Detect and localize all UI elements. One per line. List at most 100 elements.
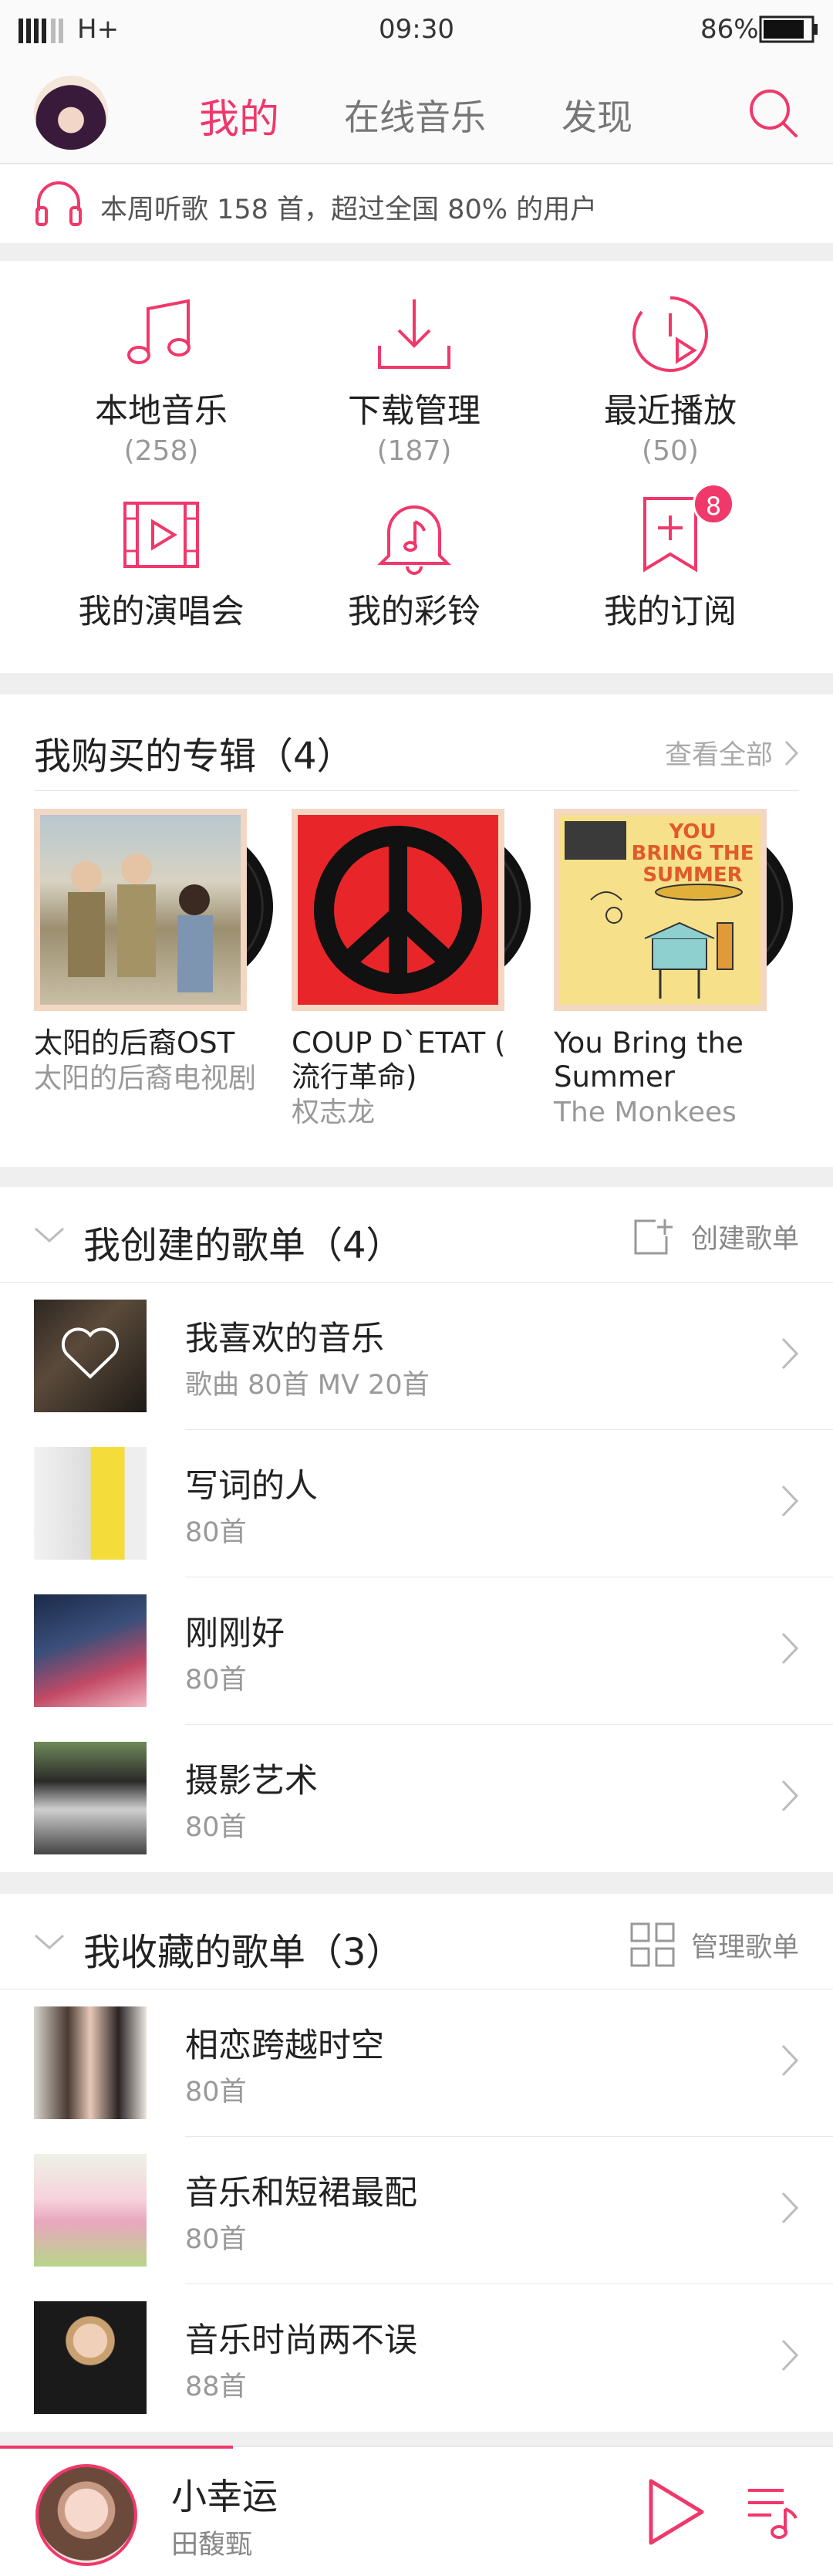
chevron-right-icon [781,1337,799,1370]
section-title: 我收藏的歌单（3） [83,1931,403,1974]
grid-item-ringtones[interactable]: 我的彩铃 [287,492,541,633]
chevron-right-icon [784,740,799,766]
album-cover: YOU BRING THE SUMMER [554,809,767,1011]
album-artist: The Monkees [554,1097,737,1128]
grid-label: 最近播放 [604,392,737,431]
add-playlist-icon [634,1219,673,1255]
album-cover [34,809,247,1011]
playlist-name: 摄影艺术 [185,1762,318,1800]
playlist-thumb [34,2154,147,2267]
purchased-albums-section: 我购买的专辑（4） 查看全部 太阳的后裔OST 太阳的后裔电视剧 COUP D`… [0,695,833,1167]
created-playlists-section: 我创建的歌单（4） 创建歌单 我喜欢的音乐 歌曲 80首 MV 20首 写词的人… [0,1187,833,1872]
playlist-row[interactable]: 刚刚好 80首 [0,1577,833,1725]
playlist-name: 音乐和短裙最配 [185,2174,417,2213]
playback-progress[interactable] [0,2446,234,2449]
album-cover [292,809,504,1011]
grid-count: (187) [376,435,452,467]
playlist-count: 80首 [185,1665,247,1695]
film-play-icon [123,502,199,568]
create-playlist-label: 创建歌单 [690,1223,799,1255]
playlist-row[interactable]: 我喜欢的音乐 歌曲 80首 MV 20首 [0,1283,833,1430]
grid-count: (258) [123,435,199,467]
tab-mine[interactable]: 我的 [199,86,279,144]
chevron-down-icon[interactable] [34,1932,65,1951]
create-playlist-button[interactable]: 创建歌单 [632,1215,799,1258]
playlist-count: 歌曲 80首 MV 20首 [185,1370,430,1401]
heart-icon [61,1327,120,1379]
playlist-count: 88首 [185,2371,247,2402]
playlist-name: 写词的人 [185,1467,318,1506]
avatar[interactable] [34,76,108,150]
now-playing-artist: 田馥甄 [171,2530,253,2561]
section-title: 我创建的歌单（4） [83,1224,403,1267]
playlist-name: 音乐时尚两不误 [185,2321,417,2360]
see-all-link[interactable]: 查看全部 [665,733,799,772]
playlist-name: 我喜欢的音乐 [185,1320,384,1358]
chevron-right-icon [781,1632,799,1665]
album-art [34,809,273,1011]
album-artist: 太阳的后裔电视剧 [34,1063,257,1094]
playlist-count: 80首 [185,1517,247,1548]
playlist-thumb [34,1447,147,1560]
playlist-name: 刚刚好 [185,1614,285,1653]
grid-label: 本地音乐 [95,392,228,431]
stats-text: 本周听歌 158 首，超过全国 80% 的用户 [100,194,598,225]
chevron-right-icon [781,2192,799,2224]
grid-label: 我的彩铃 [348,593,481,631]
playlist-count: 80首 [185,2077,247,2108]
search-icon[interactable] [745,85,801,140]
now-playing-cover[interactable] [35,2464,137,2566]
grid-icon [630,1922,675,1967]
grid-item-downloads[interactable]: 下载管理 (187) [287,292,541,467]
album-cover-figures [68,854,213,992]
headphones-icon [35,181,82,226]
playlist-row[interactable]: 摄影艺术 80首 [0,1725,833,1872]
playlist-thumb [34,1742,147,1854]
playlist-row[interactable]: 音乐和短裙最配 80首 [0,2137,833,2284]
album-card[interactable]: 太阳的后裔OST 太阳的后裔电视剧 [34,809,281,1096]
peace-symbol [314,826,482,994]
play-icon[interactable] [645,2476,707,2547]
now-playing-title: 小幸运 [171,2476,278,2517]
grid-item-recent[interactable]: 最近播放 (50) [543,292,798,467]
playlist-thumb [34,1594,147,1707]
playlist-thumb [34,1300,147,1412]
album-title: You Bring the Summer [554,1026,744,1094]
playlist-row[interactable]: 音乐时尚两不误 88首 [0,2284,833,2432]
chevron-right-icon [781,1485,799,1517]
chevron-down-icon[interactable] [34,1225,65,1244]
manage-playlist-button[interactable]: 管理歌单 [629,1922,799,1968]
grid-item-local-music[interactable]: 本地音乐 (258) [34,292,288,467]
listening-stats-banner: 本周听歌 158 首，超过全国 80% 的用户 [0,164,833,243]
playlist-thumb [34,2301,147,2414]
section-header: 我创建的歌单（4） 创建歌单 [0,1187,833,1283]
album-card[interactable]: YOU BRING THE SUMMER You Bring the Summe… [554,809,801,1130]
quick-access-grid: 本地音乐 (258) 下载管理 (187) 最近播放 (50) 我的演唱会 我的… [0,261,833,673]
playlist-row[interactable]: 相恋跨越时空 80首 [0,1989,833,2137]
music-note-icon [127,299,191,364]
divider [34,790,799,791]
album-art [292,809,531,1011]
playlist-row[interactable]: 写词的人 80首 [0,1430,833,1577]
collected-playlists-section: 我收藏的歌单（3） 管理歌单 相恋跨越时空 80首 音乐和短裙最配 80首 音乐… [0,1894,833,2432]
section-title: 我购买的专辑（4） [34,735,354,778]
see-all-label: 查看全部 [664,740,773,771]
top-nav: 我的 在线音乐 发现 [0,62,833,164]
download-icon [378,299,450,369]
tab-discover[interactable]: 发现 [562,90,632,140]
bell-music-icon [377,505,451,575]
chevron-right-icon [781,1780,799,1812]
chevron-right-icon [781,2044,799,2077]
playlist-queue-icon[interactable] [745,2483,799,2541]
playlist-count: 80首 [185,1812,247,1843]
grid-label: 我的订阅 [604,593,737,631]
tab-online-music[interactable]: 在线音乐 [344,90,486,140]
album-card[interactable]: COUP D`ETAT ( 流行革命) 权志龙 [292,809,538,1130]
section-header: 我收藏的歌单（3） 管理歌单 [0,1894,833,1989]
grid-item-concerts[interactable]: 我的演唱会 [34,492,288,633]
mini-player[interactable]: 小幸运 田馥甄 [0,2446,833,2576]
chevron-right-icon [781,2339,799,2371]
playlist-count: 80首 [185,2224,247,2255]
battery-percent: 86% [700,14,759,45]
grid-item-subscriptions[interactable]: 8 我的订阅 [543,483,798,633]
